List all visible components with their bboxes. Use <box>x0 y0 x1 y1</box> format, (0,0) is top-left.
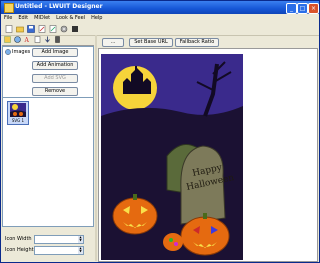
fonts-tab-icon[interactable]: A <box>24 36 31 43</box>
icon-width-spinner[interactable]: ▲ ▼ <box>78 236 83 243</box>
stop-icon[interactable] <box>71 25 79 33</box>
maximize-button[interactable]: □ <box>297 3 308 14</box>
app-icon <box>4 3 14 13</box>
panel-splitter[interactable] <box>95 35 97 261</box>
image-list: SVG 1 <box>2 97 94 227</box>
fallback-ratio-button[interactable]: Fallback Ratio <box>175 38 219 47</box>
thumbnail-label: SVG 1 <box>11 118 25 123</box>
category-tabs: A <box>2 35 94 46</box>
cut-icon[interactable] <box>49 25 57 33</box>
theme-tab-icon[interactable] <box>4 36 11 43</box>
new-icon[interactable] <box>5 25 13 33</box>
thumbnail-art <box>10 103 26 117</box>
open-icon[interactable] <box>16 25 24 33</box>
left-panel: A Images Add Image Add Animation Add SVG… <box>2 35 94 260</box>
image-preview-canvas: Happy Halloween <box>98 48 318 262</box>
images-icon <box>5 49 11 55</box>
images-section-label: Images <box>12 49 31 55</box>
set-base-url-button[interactable]: Set Base URL <box>129 38 173 47</box>
thumbnail-preview <box>10 103 26 117</box>
edit-icon[interactable] <box>38 25 46 33</box>
image-editor-panel: ... Set Base URL Fallback Ratio Happy Ha… <box>98 35 318 262</box>
title-bar[interactable]: Untitled - LWUIT Designer _ □ × <box>1 1 319 14</box>
browse-button[interactable]: ... <box>102 38 124 47</box>
image-thumbnail[interactable]: SVG 1 <box>7 101 29 125</box>
svg-text:A: A <box>24 37 30 43</box>
status-bar <box>1 253 319 262</box>
icon-width-label: Icon Width <box>5 236 32 242</box>
localization-tab-icon[interactable] <box>34 36 41 43</box>
window-title: Untitled - LWUIT Designer <box>15 3 103 10</box>
icon-width-field[interactable]: ▲ ▼ <box>34 235 84 244</box>
halloween-image: Happy Halloween <box>101 54 243 260</box>
menu-midlet[interactable]: MIDlet <box>31 14 53 23</box>
phone-tab-icon[interactable] <box>54 36 61 43</box>
minimize-button[interactable]: _ <box>286 3 297 14</box>
add-animation-button[interactable]: Add Animation <box>32 61 78 70</box>
menu-file[interactable]: File <box>1 14 15 23</box>
menu-look-and-feel[interactable]: Look & Feel <box>53 14 88 23</box>
add-svg-button[interactable]: Add SVG <box>32 74 78 83</box>
close-button[interactable]: × <box>308 3 319 14</box>
remove-button[interactable]: Remove <box>32 87 78 96</box>
menu-bar: File Edit MIDlet Look & Feel Help <box>1 14 319 23</box>
images-tab-icon[interactable] <box>14 36 21 43</box>
menu-help[interactable]: Help <box>88 14 105 23</box>
settings-icon[interactable] <box>60 25 68 33</box>
app-window: Untitled - LWUIT Designer _ □ × File Edi… <box>0 0 320 263</box>
menu-edit[interactable]: Edit <box>15 14 31 23</box>
data-tab-icon[interactable] <box>44 36 51 43</box>
save-icon[interactable] <box>27 25 35 33</box>
add-image-button[interactable]: Add Image <box>32 48 78 57</box>
